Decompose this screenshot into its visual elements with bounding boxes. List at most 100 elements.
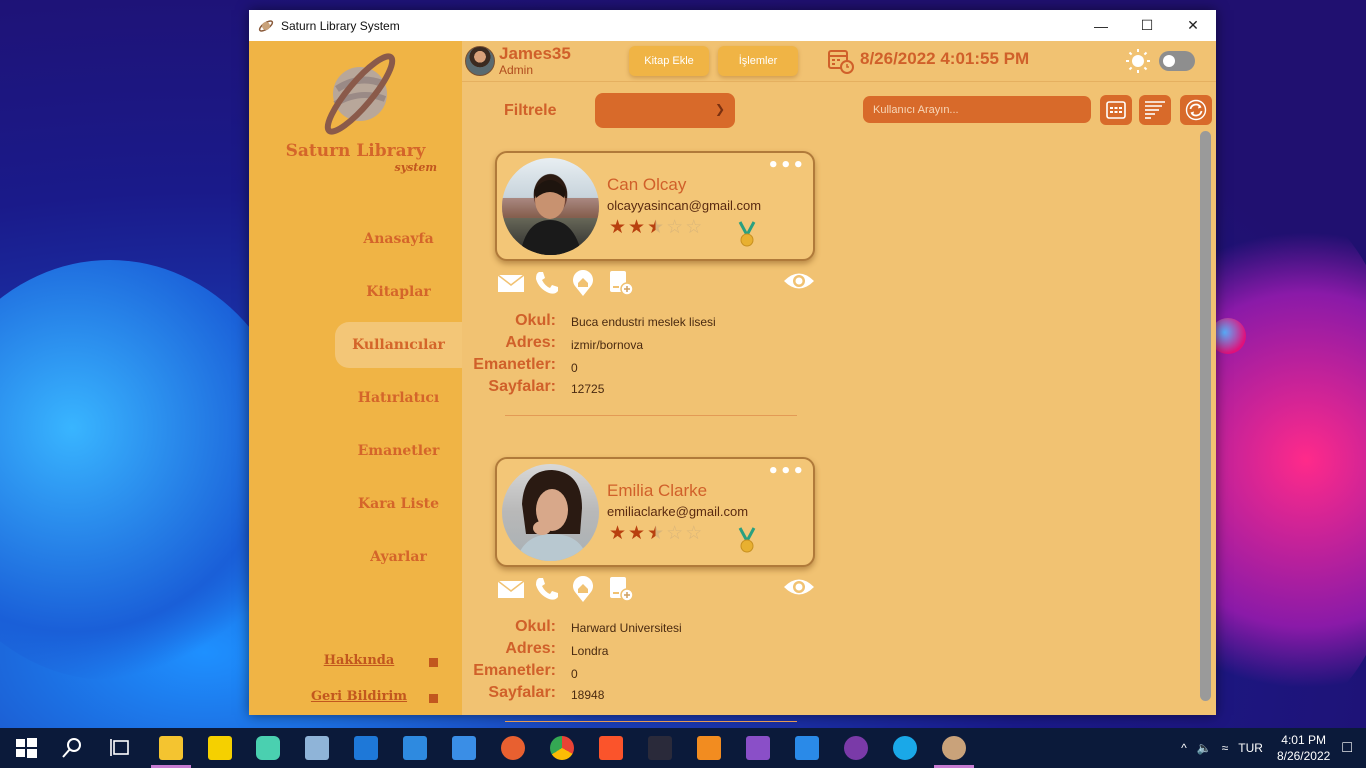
task-view-icon[interactable]	[108, 736, 132, 760]
store-app-icon[interactable]	[354, 736, 378, 760]
feedback-marker	[429, 694, 438, 703]
sort-lines-icon	[1145, 101, 1165, 119]
sidebar-item-emanetler[interactable]: Emanetler	[335, 428, 462, 474]
media-player-icon[interactable]	[501, 736, 525, 760]
saturn-taskbar-icon[interactable]	[942, 736, 966, 760]
view-eye-icon[interactable]	[783, 573, 815, 601]
main-panel: James35 Admin Kitap Ekle İşlemler 8/26/2…	[462, 41, 1216, 722]
search-input[interactable]	[863, 96, 1091, 123]
refresh-icon	[1185, 99, 1207, 121]
add-document-icon[interactable]	[607, 575, 635, 603]
brand-title: Saturn Library	[285, 141, 426, 161]
location-home-icon[interactable]	[569, 269, 597, 297]
sidebar-item-kitaplar[interactable]: Kitaplar	[335, 269, 462, 315]
sidebar-item-kullanicilar[interactable]: Kullanıcılar	[335, 322, 462, 368]
minimize-button[interactable]: —	[1078, 10, 1124, 41]
virtualbox-icon[interactable]	[305, 736, 329, 760]
theme-toggle[interactable]	[1159, 51, 1195, 71]
sidebar-item-anasayfa[interactable]: Anasayfa	[335, 216, 462, 262]
loans-label: Emanetler:	[473, 662, 556, 679]
language-indicator[interactable]: TUR	[1238, 741, 1263, 755]
search-icon[interactable]	[60, 736, 84, 760]
maximize-button[interactable]: ☐	[1124, 10, 1170, 41]
sidebar-item-label: Hatırlatıcı	[357, 390, 440, 406]
github-icon[interactable]	[844, 736, 868, 760]
rating-stars: ★ ★ ★ ☆ ☆	[609, 523, 702, 543]
close-button[interactable]: ✕	[1170, 10, 1216, 41]
star-empty-icon: ☆	[685, 522, 703, 544]
davinci-icon[interactable]	[648, 736, 672, 760]
notification-icon[interactable]: □	[1342, 739, 1352, 757]
user-role: Admin	[499, 63, 534, 77]
notion-icon[interactable]	[893, 736, 917, 760]
pages-label: Sayfalar:	[488, 684, 556, 701]
mail-icon[interactable]	[497, 575, 525, 603]
about-link[interactable]: Hakkında	[304, 653, 414, 668]
user-card[interactable]: ••• Emilia Clarke emiliaclarke@gmail.com…	[495, 457, 815, 567]
operations-button[interactable]: İşlemler	[718, 46, 798, 76]
star-filled-icon: ★	[628, 522, 646, 544]
vscode-icon[interactable]	[795, 736, 819, 760]
user-photo	[502, 464, 599, 561]
sidebar-item-label: Ayarlar	[370, 549, 427, 565]
system-tray: ^ 🔈 ≈ TUR 4:01 PM 8/26/2022 □	[1181, 728, 1366, 768]
header-divider	[462, 81, 1216, 82]
filter-dropdown[interactable]: ❯	[595, 93, 735, 128]
mail-app-icon[interactable]	[403, 736, 427, 760]
brand-subtitle: system	[394, 161, 438, 174]
chevron-up-icon[interactable]: ^	[1181, 741, 1187, 755]
pages-value: 12725	[571, 382, 605, 396]
app-icon[interactable]	[256, 736, 280, 760]
add-book-button[interactable]: Kitap Ekle	[629, 46, 709, 76]
calendar-view-button[interactable]	[1100, 95, 1132, 125]
user-name-label: Emilia Clarke	[607, 481, 708, 500]
scrollbar-thumb[interactable]	[1200, 131, 1211, 701]
loans-label: Emanetler:	[473, 356, 556, 373]
add-document-icon[interactable]	[607, 269, 635, 297]
feedback-link[interactable]: Geri Bildirim	[304, 689, 414, 704]
user-name: James35	[499, 44, 571, 63]
star-filled-icon: ★	[628, 216, 646, 238]
about-marker	[429, 658, 438, 667]
sidebar-item-label: Kitaplar	[366, 284, 431, 300]
school-label: Okul:	[515, 312, 556, 329]
user-card[interactable]: ••• Can Olcay olcayyasincan@gmail.com ★ …	[495, 151, 815, 261]
sidebar-item-kara-liste[interactable]: Kara Liste	[335, 481, 462, 527]
phone-icon[interactable]	[533, 269, 561, 297]
file-explorer-icon[interactable]	[159, 736, 183, 760]
window-title: Saturn Library System	[281, 18, 400, 33]
brave-icon[interactable]	[599, 736, 623, 760]
loans-value: 0	[571, 361, 578, 375]
sticky-notes-icon[interactable]	[208, 736, 232, 760]
more-options-icon[interactable]: •••	[767, 461, 805, 482]
clock[interactable]: 4:01 PM 8/26/2022	[1277, 732, 1330, 764]
address-value: Londra	[571, 644, 609, 658]
mail-icon[interactable]	[497, 269, 525, 297]
star-empty-icon: ☆	[685, 216, 703, 238]
microsoft-store-icon[interactable]	[452, 736, 476, 760]
volume-icon[interactable]: 🔈	[1197, 741, 1212, 755]
location-home-icon[interactable]	[569, 575, 597, 603]
loans-value: 0	[571, 667, 578, 681]
windows-start-icon[interactable]	[14, 736, 38, 760]
sidebar-item-hatirlatici[interactable]: Hatırlatıcı	[335, 375, 462, 421]
calendar-clock-icon	[828, 50, 854, 74]
sidebar-item-ayarlar[interactable]: Ayarlar	[335, 534, 462, 580]
scrollbar[interactable]	[1198, 127, 1214, 711]
wifi-icon[interactable]: ≈	[1222, 741, 1229, 755]
star-empty-icon: ☆	[666, 216, 684, 238]
sublime-icon[interactable]	[697, 736, 721, 760]
refresh-button[interactable]	[1180, 95, 1212, 125]
visual-studio-icon[interactable]	[746, 736, 770, 760]
chrome-icon[interactable]	[550, 736, 574, 760]
view-eye-icon[interactable]	[783, 267, 815, 295]
separator	[505, 721, 797, 722]
user-email-label: olcayyasincan@gmail.com	[607, 198, 762, 213]
more-options-icon[interactable]: •••	[767, 155, 805, 176]
filter-label: Filtrele	[504, 102, 557, 119]
phone-icon[interactable]	[533, 575, 561, 603]
sort-button[interactable]	[1139, 95, 1171, 125]
avatar[interactable]	[465, 46, 495, 76]
medal-icon	[738, 527, 756, 553]
user-name-label: Can Olcay	[607, 175, 687, 194]
